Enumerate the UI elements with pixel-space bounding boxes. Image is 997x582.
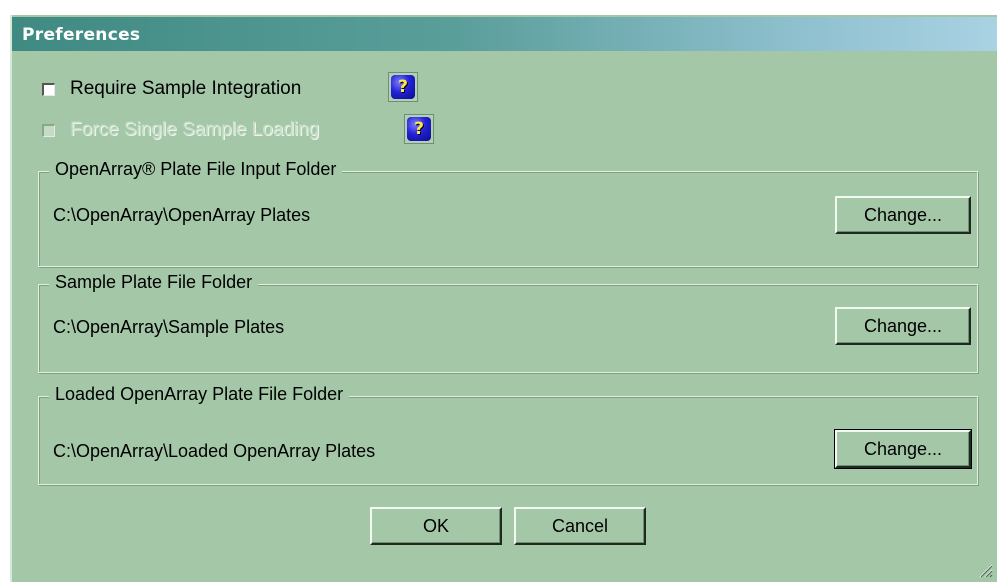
preferences-dialog: Preferences Require Sample Integration ?…: [10, 15, 997, 582]
openarray-input-folder-path: C:\OpenArray\OpenArray Plates: [53, 205, 311, 225]
openarray-input-folder-change-button[interactable]: Change...: [835, 196, 971, 234]
cancel-button[interactable]: Cancel: [514, 507, 646, 545]
force-single-sample-loading-label: Force Single Sample Loading: [70, 119, 320, 140]
ok-button[interactable]: OK: [370, 507, 502, 545]
loaded-openarray-folder-path: C:\OpenArray\Loaded OpenArray Plates: [53, 441, 376, 461]
sample-plate-folder-path: C:\OpenArray\Sample Plates: [53, 317, 285, 337]
loaded-openarray-folder-change-button[interactable]: Change...: [834, 429, 972, 469]
window-title: Preferences: [22, 25, 141, 45]
help-question-icon: ?: [407, 117, 431, 141]
require-sample-integration-label: Require Sample Integration: [70, 78, 302, 99]
require-sample-integration-help-button[interactable]: ?: [388, 72, 418, 102]
force-single-sample-loading-option: Force Single Sample Loading: [42, 117, 319, 143]
help-question-icon: ?: [391, 75, 415, 99]
openarray-input-folder-legend: OpenArray® Plate File Input Folder: [49, 159, 343, 180]
require-sample-integration-checkbox[interactable]: [42, 82, 55, 96]
title-bar[interactable]: Preferences: [12, 17, 997, 51]
sample-plate-folder-change-button[interactable]: Change...: [835, 307, 971, 345]
force-single-sample-loading-help-button[interactable]: ?: [404, 114, 434, 144]
loaded-openarray-folder-legend: Loaded OpenArray Plate File Folder: [49, 384, 350, 405]
resize-grip-icon[interactable]: [977, 562, 993, 578]
force-single-sample-loading-checkbox: [42, 123, 55, 137]
sample-plate-folder-legend: Sample Plate File Folder: [49, 272, 259, 293]
require-sample-integration-option[interactable]: Require Sample Integration: [42, 76, 301, 102]
